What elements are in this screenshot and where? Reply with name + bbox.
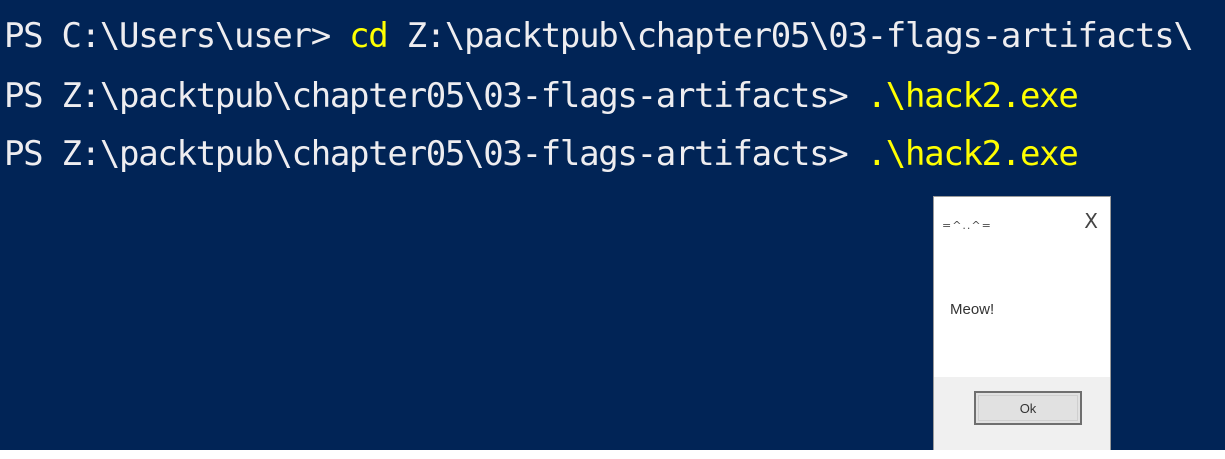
prompt: PS Z:\packtpub\chapter05\03-flags-artifa… xyxy=(4,76,867,116)
command-text: .\hack2.exe xyxy=(866,134,1079,174)
command-argument: Z:\packtpub\chapter05\03-flags-artifacts… xyxy=(387,16,1194,56)
close-icon[interactable]: X xyxy=(1084,211,1098,231)
message-box-dialog[interactable]: =^..^= X Meow! Ok xyxy=(933,196,1111,450)
prompt: PS C:\Users\user> xyxy=(4,16,350,56)
command-text: .\hack2.exe xyxy=(866,76,1079,116)
console-line-1: PS C:\Users\user> cd Z:\packtpub\chapter… xyxy=(4,12,1194,60)
ok-button[interactable]: Ok xyxy=(974,391,1082,425)
dialog-footer: Ok xyxy=(934,377,1110,450)
console-line-3: PS Z:\packtpub\chapter05\03-flags-artifa… xyxy=(4,130,1079,178)
command-keyword: cd xyxy=(349,16,389,56)
dialog-title: =^..^= xyxy=(942,219,992,232)
powershell-console[interactable]: PS C:\Users\user> cd Z:\packtpub\chapter… xyxy=(0,0,1225,450)
prompt: PS Z:\packtpub\chapter05\03-flags-artifa… xyxy=(4,134,867,174)
dialog-message: Meow! xyxy=(950,301,995,318)
console-line-2: PS Z:\packtpub\chapter05\03-flags-artifa… xyxy=(4,72,1079,120)
